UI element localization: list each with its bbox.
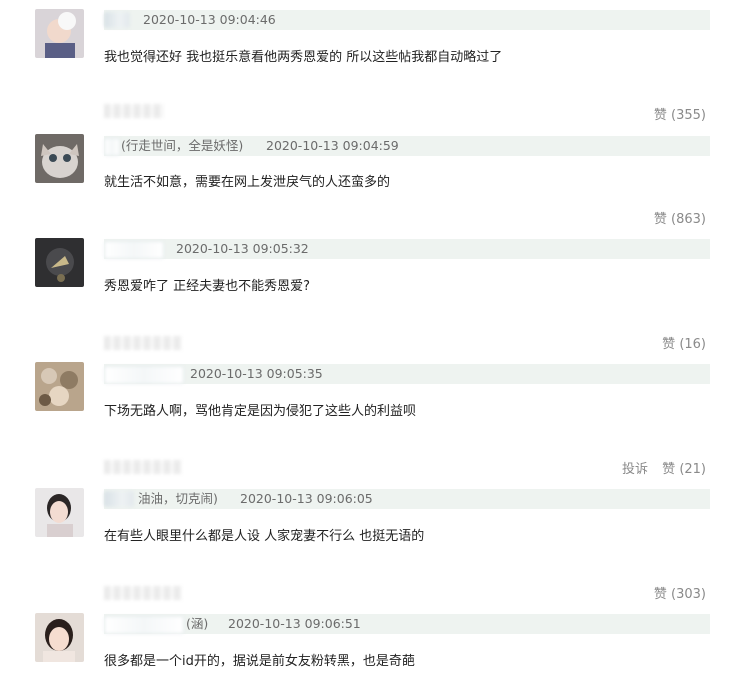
comment-text: 就生活不如意，需要在网上发泄戾气的人还蛮多的 (104, 175, 391, 190)
comment-actions: 赞 (303) (644, 586, 706, 604)
comment-time: 2020-10-13 09:06:05 (240, 491, 373, 506)
blurred-username (104, 12, 130, 28)
comment-handle: (涵) (186, 616, 209, 631)
like-label: 赞 (662, 337, 676, 352)
blurred-username (104, 616, 184, 634)
comment-time: 2020-10-13 09:04:46 (143, 12, 276, 27)
comment-time: 2020-10-13 09:04:59 (266, 138, 399, 153)
like-button[interactable]: 赞 (355) (654, 108, 706, 123)
avatar[interactable] (35, 134, 84, 183)
comment-meta-bar: 2020-10-13 09:04:46 (104, 10, 710, 30)
comment-meta-bar: (行走世间，全是妖怪) 2020-10-13 09:04:59 (104, 136, 710, 156)
avatar[interactable] (35, 362, 84, 411)
comment-text: 秀恩爱咋了 正经夫妻也不能秀恩爱? (104, 279, 311, 294)
like-label: 赞 (662, 462, 676, 477)
comment-meta-bar: 2020-10-13 09:05:32 (104, 239, 710, 259)
avatar[interactable] (35, 9, 84, 58)
comment-meta-bar: 2020-10-13 09:05:35 (104, 364, 710, 384)
like-count: (16) (679, 337, 706, 352)
comment-handle: (行走世间，全是妖怪) (121, 138, 244, 153)
like-button[interactable]: 赞 (16) (662, 337, 706, 352)
like-count: (863) (671, 212, 706, 227)
report-button[interactable]: 投诉 (622, 462, 648, 477)
comment-text: 很多都是一个id开的，据说是前女友粉转黑，也是奇葩 (104, 654, 415, 669)
comment-actions: 赞 (16) (652, 336, 706, 354)
comment-actions: 赞 (355) (644, 107, 706, 125)
blurred-reply-preview (104, 104, 164, 118)
comment-time: 2020-10-13 09:05:32 (176, 241, 309, 256)
comment-text: 我也觉得还好 我也挺乐意看他两秀恩爱的 所以这些帖我都自动略过了 (104, 50, 503, 65)
comment-text: 在有些人眼里什么都是人设 人家宠妻不行么 也挺无语的 (104, 529, 425, 544)
like-button[interactable]: 赞 (303) (654, 587, 706, 602)
like-button[interactable]: 赞 (863) (654, 212, 706, 227)
comment-time: 2020-10-13 09:06:51 (228, 616, 361, 631)
avatar[interactable] (35, 488, 84, 537)
blurred-reply-preview (104, 586, 182, 600)
comment-text: 下场无路人啊，骂他肯定是因为侵犯了这些人的利益呗 (104, 404, 417, 419)
blurred-username (104, 138, 120, 156)
comment-meta-bar: 油油，切克闹) 2020-10-13 09:06:05 (104, 489, 710, 509)
comment-meta-bar: (涵) 2020-10-13 09:06:51 (104, 614, 710, 634)
like-label: 赞 (653, 212, 667, 227)
comment-time: 2020-10-13 09:05:35 (190, 366, 323, 381)
like-count: (355) (671, 108, 706, 123)
comment-actions: 赞 (863) (644, 211, 706, 229)
blurred-reply-preview (104, 460, 182, 474)
like-count: (21) (679, 462, 706, 477)
avatar[interactable] (35, 238, 84, 287)
like-label: 赞 (653, 587, 667, 602)
like-label: 赞 (653, 108, 667, 123)
blurred-username (104, 491, 134, 507)
comment-actions: 投诉 赞 (21) (612, 461, 706, 479)
avatar[interactable] (35, 613, 84, 662)
comment-handle: 油油，切克闹) (138, 491, 218, 506)
blurred-username (104, 241, 164, 259)
blurred-reply-preview (104, 336, 182, 350)
blurred-username (104, 366, 184, 384)
like-count: (303) (671, 587, 706, 602)
like-button[interactable]: 赞 (21) (662, 462, 706, 477)
